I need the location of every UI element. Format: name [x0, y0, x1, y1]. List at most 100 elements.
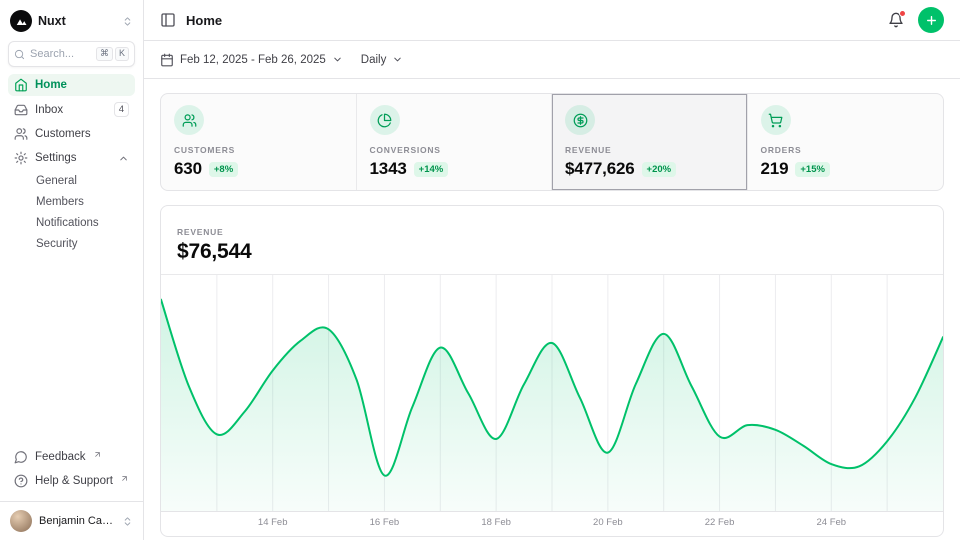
granularity-select[interactable]: Daily [361, 54, 404, 66]
chevron-up-icon [118, 153, 129, 164]
x-axis: 14 Feb16 Feb18 Feb20 Feb22 Feb24 Feb [161, 512, 943, 536]
filters-toolbar: Feb 12, 2025 - Feb 26, 2025 Daily [144, 41, 960, 79]
kbd-k: K [115, 47, 129, 61]
sidebar-nav: Home Inbox 4 Customers Settings [8, 74, 135, 253]
x-axis-label: 20 Feb [593, 517, 623, 528]
message-circle-icon [14, 450, 28, 464]
user-name: Benjamin Canac [39, 515, 115, 527]
chart-header: REVENUE $76,544 [161, 206, 943, 275]
sidebar-item-label: Help & Support [35, 475, 113, 487]
top-header: Home [144, 0, 960, 41]
chevrons-up-down-icon [122, 516, 133, 527]
sidebar-item-settings[interactable]: Settings [8, 147, 135, 169]
user-menu[interactable]: Benjamin Canac [0, 501, 143, 540]
sidebar-item-label: Settings [35, 152, 77, 164]
search-kbd-shortcut: ⌘ K [96, 47, 129, 61]
stat-delta-badge: +20% [642, 162, 677, 177]
stat-card-revenue[interactable]: REVENUE $477,626 +20% [552, 94, 748, 190]
external-link-icon [93, 450, 102, 459]
inbox-icon [14, 103, 28, 117]
date-range-picker[interactable]: Feb 12, 2025 - Feb 26, 2025 [160, 53, 343, 67]
x-axis-label: 14 Feb [258, 517, 288, 528]
sidebar-item-label: Home [35, 79, 67, 91]
nuxt-logo-icon [10, 10, 32, 32]
stat-label: CONVERSIONS [370, 145, 539, 155]
shopping-cart-icon [761, 105, 791, 135]
chevron-down-icon [332, 54, 343, 65]
sidebar-item-inbox[interactable]: Inbox 4 [8, 98, 135, 121]
notification-dot [899, 10, 906, 17]
stat-delta-badge: +8% [209, 162, 238, 177]
users-icon [174, 105, 204, 135]
users-icon [14, 127, 28, 141]
stat-card-customers[interactable]: CUSTOMERS 630 +8% [161, 94, 357, 190]
chart-plot-area[interactable] [161, 275, 943, 512]
main-panel: Home Feb 12, 2025 - Feb 26, 2025 [144, 0, 960, 540]
stat-label: REVENUE [565, 145, 734, 155]
granularity-label: Daily [361, 54, 387, 66]
sidebar-item-members[interactable]: Members [8, 192, 135, 211]
header-actions [888, 7, 944, 33]
x-axis-label: 22 Feb [705, 517, 735, 528]
revenue-area-chart [161, 275, 943, 512]
stat-value: $477,626 [565, 159, 635, 179]
chart-pie-icon [370, 105, 400, 135]
search-placeholder: Search... [30, 48, 91, 60]
notifications-button[interactable] [888, 12, 904, 28]
page-title: Home [186, 13, 222, 28]
dashboard-content: CUSTOMERS 630 +8% CONVERSIONS 1343 +14% [144, 79, 960, 540]
sidebar-item-home[interactable]: Home [8, 74, 135, 96]
sidebar-item-label: Feedback [35, 451, 86, 463]
gear-icon [14, 151, 28, 165]
chevrons-up-down-icon [122, 16, 133, 27]
stat-card-conversions[interactable]: CONVERSIONS 1343 +14% [357, 94, 553, 190]
search-icon [14, 49, 25, 60]
sidebar-item-general[interactable]: General [8, 171, 135, 190]
add-button[interactable] [918, 7, 944, 33]
sidebar-spacer [8, 260, 135, 439]
chevron-down-icon [392, 54, 403, 65]
stat-value: 1343 [370, 159, 407, 179]
sidebar-item-label: General [36, 175, 77, 187]
plus-icon [925, 14, 938, 27]
chart-current-value: $76,544 [177, 240, 927, 264]
external-link-icon [120, 474, 129, 483]
sidebar-item-feedback[interactable]: Feedback [8, 446, 135, 468]
sidebar-item-label: Customers [35, 128, 91, 140]
search-input[interactable]: Search... ⌘ K [8, 41, 135, 67]
sidebar-item-customers[interactable]: Customers [8, 123, 135, 145]
stat-card-orders[interactable]: ORDERS 219 +15% [748, 94, 944, 190]
sidebar-item-label: Notifications [36, 217, 99, 229]
stat-delta-badge: +14% [414, 162, 449, 177]
stat-delta-badge: +15% [795, 162, 830, 177]
sidebar-item-label: Security [36, 238, 78, 250]
dollar-circle-icon [565, 105, 595, 135]
sidebar-item-security[interactable]: Security [8, 234, 135, 253]
user-avatar [10, 510, 32, 532]
kbd-cmd: ⌘ [96, 47, 113, 61]
date-range-label: Feb 12, 2025 - Feb 26, 2025 [180, 54, 326, 66]
team-name: Nuxt [38, 14, 116, 28]
stat-label: ORDERS [761, 145, 931, 155]
chart-title: REVENUE [177, 227, 927, 237]
sidebar-item-label: Inbox [35, 104, 63, 116]
calendar-icon [160, 53, 174, 67]
home-icon [14, 78, 28, 92]
sidebar-item-notifications[interactable]: Notifications [8, 213, 135, 232]
sidebar-footer-nav: Feedback Help & Support [8, 446, 135, 492]
revenue-chart-card: REVENUE $76,544 14 Feb16 Feb18 Feb20 Feb… [160, 205, 944, 537]
stat-value: 219 [761, 159, 789, 179]
help-circle-icon [14, 474, 28, 488]
stat-value: 630 [174, 159, 202, 179]
sidebar-item-help-support[interactable]: Help & Support [8, 470, 135, 492]
x-axis-label: 24 Feb [816, 517, 846, 528]
app-root: Nuxt Search... ⌘ K Home [0, 0, 960, 540]
inbox-count-badge: 4 [114, 102, 129, 117]
team-switcher[interactable]: Nuxt [8, 8, 135, 34]
x-axis-label: 16 Feb [370, 517, 400, 528]
stats-grid: CUSTOMERS 630 +8% CONVERSIONS 1343 +14% [160, 93, 944, 191]
sidebar-item-label: Members [36, 196, 84, 208]
sidebar-collapse-icon[interactable] [160, 12, 176, 28]
stat-label: CUSTOMERS [174, 145, 343, 155]
sidebar: Nuxt Search... ⌘ K Home [0, 0, 144, 540]
